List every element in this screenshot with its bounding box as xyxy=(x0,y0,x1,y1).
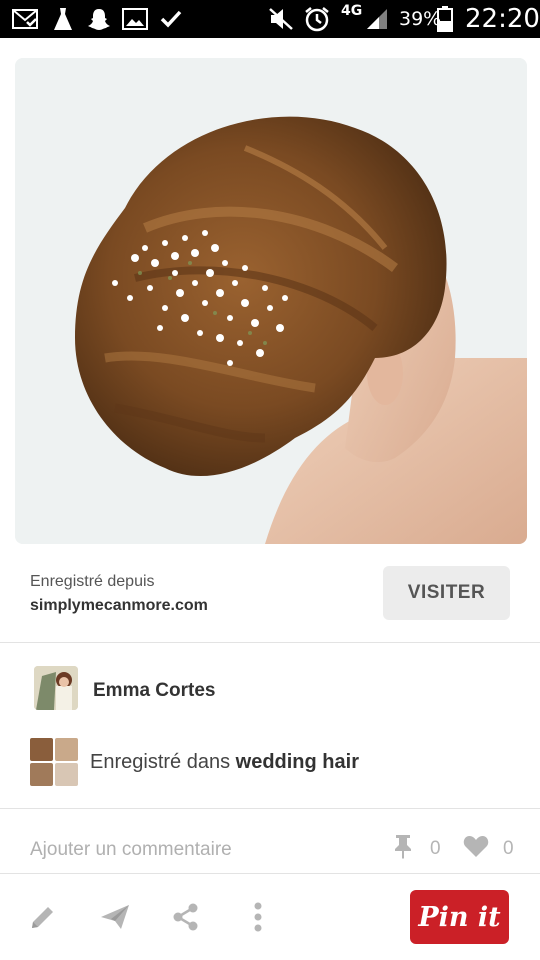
divider xyxy=(0,808,540,809)
pin-card: Enregistré depuis simplymecanmore.com VI… xyxy=(0,38,540,960)
pinner-name[interactable]: Emma Cortes xyxy=(93,680,216,702)
clock: 22:20 xyxy=(465,4,540,34)
signal-icon xyxy=(364,6,390,32)
check-icon xyxy=(158,6,184,32)
avatar[interactable] xyxy=(34,666,78,710)
pin-it-button[interactable]: Pin it xyxy=(410,890,509,944)
pin-image[interactable] xyxy=(15,58,527,544)
status-bar: 4G 39% 22:20 xyxy=(0,0,540,38)
mail-icon xyxy=(12,6,38,32)
board-thumbnail[interactable] xyxy=(30,738,78,786)
mute-icon xyxy=(268,6,294,32)
edit-icon[interactable] xyxy=(26,900,60,934)
heart-icon xyxy=(463,834,489,864)
saved-from-label: Enregistré depuis xyxy=(30,573,155,590)
network-type: 4G xyxy=(341,3,363,19)
like-count-value: 0 xyxy=(503,838,514,859)
send-icon[interactable] xyxy=(98,900,132,934)
pin-icon xyxy=(390,833,416,865)
board-link[interactable]: Enregistré dans wedding hair xyxy=(90,751,359,774)
share-icon[interactable] xyxy=(169,900,203,934)
source-domain-link[interactable]: simplymecanmore.com xyxy=(30,597,208,615)
divider xyxy=(0,642,540,643)
board-prefix: Enregistré dans xyxy=(90,751,236,773)
image-icon xyxy=(122,6,148,32)
repin-count-value: 0 xyxy=(430,838,441,859)
battery-icon xyxy=(434,6,456,32)
visit-button[interactable]: VISITER xyxy=(383,566,510,620)
dress-icon xyxy=(50,6,76,32)
snapchat-icon xyxy=(86,6,112,32)
repin-count[interactable]: 0 xyxy=(390,834,441,864)
alarm-icon xyxy=(304,6,330,32)
comment-input[interactable] xyxy=(30,835,370,865)
divider xyxy=(0,873,540,874)
board-name[interactable]: wedding hair xyxy=(236,751,359,773)
like-count[interactable]: 0 xyxy=(463,834,514,864)
more-options-icon[interactable] xyxy=(241,900,275,934)
